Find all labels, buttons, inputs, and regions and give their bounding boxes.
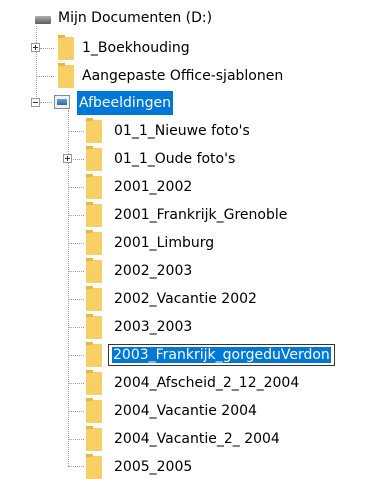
folder-icon [86,202,102,227]
folder-icon [86,454,102,479]
expand-icon[interactable] [63,154,72,163]
folder-icon [86,370,102,395]
folder-icon [86,342,102,367]
tree-node-child[interactable]: 2004_Vacantie 2004 [0,398,383,423]
tree-node-label: 2001_Frankrijk_Grenoble [114,207,288,223]
folder-icon [58,35,74,60]
tree-node-label: 2002_2003 [114,263,193,279]
tree-node-label: Aangepaste Office-sjablonen [82,68,284,84]
drive-label: Mijn Documenten (D:) [58,10,213,26]
folder-icon [86,258,102,283]
drive-icon [35,16,51,24]
tree-node-child[interactable]: 2003_2003 [0,314,383,339]
folder-icon [86,286,102,311]
tree-node-afbeeldingen[interactable]: Afbeeldingen [0,91,383,115]
tree-node-child[interactable]: 2004_Vacantie_2_ 2004 [0,426,383,451]
tree-node-child[interactable]: 01_1_Oude foto's [0,146,383,171]
tree-node-child[interactable]: 01_1_Nieuwe foto's [0,118,383,143]
tree-node-label: 1_Boekhouding [82,40,190,56]
folder-tree: Mijn Documenten (D:) 1_Boekhouding Aange… [0,0,383,479]
tree-node-label: Afbeeldingen [77,91,174,115]
folder-icon [86,426,102,451]
tree-node-drive[interactable]: Mijn Documenten (D:) [0,6,383,30]
tree-node-label: 2004_Afscheid_2_12_2004 [114,375,300,391]
collapse-icon[interactable] [31,98,40,107]
tree-node-child[interactable]: 2002_2003 [0,258,383,283]
folder-icon [58,63,74,88]
tree-node-label: 01_1_Nieuwe foto's [114,123,250,139]
tree-node-label: 2001_2002 [114,179,193,195]
rename-input[interactable]: 2003_Frankrijk_gorgeduVerdon [108,344,335,366]
folder-icon [86,146,102,171]
tree-node-child[interactable]: 2002_Vacantie 2002 [0,286,383,311]
tree-node-aangepaste-office-sjablonen[interactable]: Aangepaste Office-sjablonen [0,63,383,88]
tree-node-label: 2002_Vacantie 2002 [114,291,257,307]
tree-node-child[interactable]: 2001_Frankrijk_Grenoble [0,202,383,227]
tree-node-label: 01_1_Oude foto's [114,151,236,167]
tree-node-child[interactable]: 2001_Limburg [0,230,383,255]
folder-icon [86,398,102,423]
expand-icon[interactable] [31,43,40,52]
rename-input-text: 2003_Frankrijk_gorgeduVerdon [112,347,331,363]
tree-node-label: 2004_Vacantie_2_ 2004 [114,431,280,447]
pictures-folder-icon [54,95,70,109]
tree-node-child[interactable]: 2004_Afscheid_2_12_2004 [0,370,383,395]
tree-node-child[interactable]: 2001_2002 [0,174,383,199]
folder-icon [86,118,102,143]
tree-node-label: 2003_2003 [114,319,193,335]
tree-node-label: 2001_Limburg [114,235,215,251]
tree-node-label: 2005_2005 [114,459,193,475]
tree-node-child-renaming[interactable]: 2003_Frankrijk_gorgeduVerdon [0,342,383,367]
folder-icon [86,314,102,339]
tree-node-child[interactable]: 2005_2005 [0,454,383,479]
folder-icon [86,174,102,199]
folder-icon [86,230,102,255]
tree-node-label: 2004_Vacantie 2004 [114,403,257,419]
tree-node-1-boekhouding[interactable]: 1_Boekhouding [0,35,383,60]
